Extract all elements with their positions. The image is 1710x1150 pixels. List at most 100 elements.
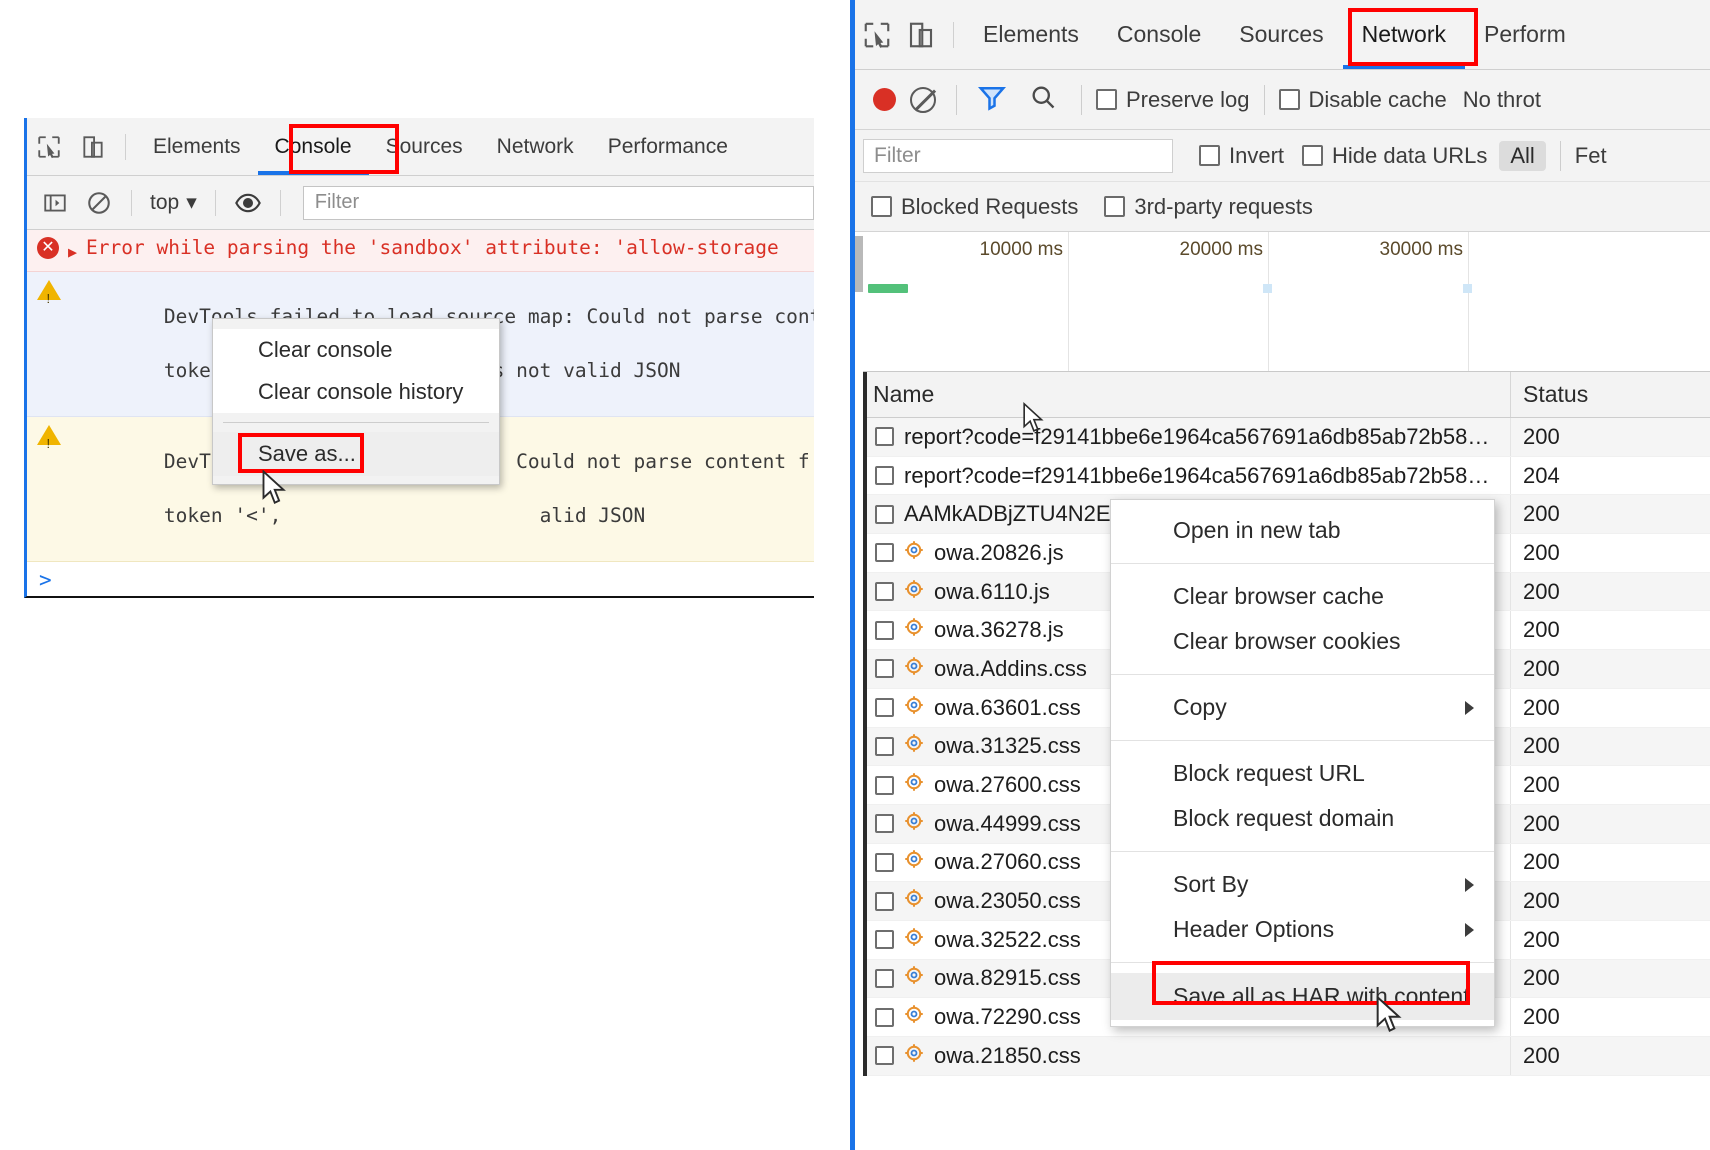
checkbox-label: Preserve log	[1126, 87, 1250, 113]
row-checkbox[interactable]	[875, 659, 894, 678]
menu-item-block-request-url[interactable]: Block request URL	[1111, 751, 1494, 796]
execution-context-selector[interactable]: top ▾	[142, 190, 205, 215]
context-menu-divider-2	[1111, 674, 1494, 675]
gear-icon	[904, 772, 924, 798]
tab-label: Elements	[983, 21, 1079, 48]
resource-type-all[interactable]: All	[1499, 141, 1545, 171]
table-row[interactable]: report?code=f29141bbe6e1964ca567691a6db8…	[863, 418, 1710, 457]
context-menu-divider-1	[1111, 563, 1494, 564]
row-checkbox[interactable]	[875, 969, 894, 988]
menu-item-open-in-new-tab[interactable]: Open in new tab	[1111, 508, 1494, 553]
row-checkbox[interactable]	[875, 505, 894, 524]
tab-label: Sources	[1239, 21, 1323, 48]
menu-item-clear-browser-cache[interactable]: Clear browser cache	[1111, 574, 1494, 619]
tab-sources[interactable]: Sources	[369, 119, 480, 175]
menu-item-clear-console-history[interactable]: Clear console history	[213, 371, 499, 413]
tab-label: Console	[1117, 21, 1201, 48]
row-checkbox[interactable]	[875, 582, 894, 601]
menu-item-save-as[interactable]: Save as...	[213, 432, 499, 476]
prompt-symbol: >	[39, 568, 52, 592]
clear-console-icon[interactable]	[77, 181, 121, 225]
row-checkbox[interactable]	[875, 776, 894, 795]
hide-data-urls-checkbox[interactable]: Hide data URLs	[1302, 143, 1487, 169]
cell-status: 200	[1510, 534, 1710, 572]
tab-performance[interactable]: Perform	[1465, 1, 1585, 69]
column-header-status[interactable]: Status	[1510, 372, 1710, 417]
tab-label: Network	[1362, 21, 1446, 48]
network-timeline-overview[interactable]: 10000 ms 20000 ms 30000 ms	[863, 232, 1710, 372]
inspect-element-icon[interactable]	[27, 125, 71, 169]
menu-item-label: Copy	[1173, 694, 1227, 720]
device-toolbar-icon[interactable]	[899, 13, 943, 57]
menu-item-sort-by[interactable]: Sort By	[1111, 862, 1494, 907]
tab-label: Console	[275, 135, 352, 159]
console-message-error[interactable]: ✕ ▶ Error while parsing the 'sandbox' at…	[27, 230, 814, 272]
row-checkbox[interactable]	[875, 1046, 894, 1065]
console-filter-input[interactable]: Filter	[303, 186, 814, 220]
row-checkbox[interactable]	[875, 621, 894, 640]
clear-network-log-icon[interactable]	[910, 87, 936, 113]
menu-item-block-request-domain[interactable]: Block request domain	[1111, 796, 1494, 841]
request-name-label: AAMkADBjZTU4N2E2…	[904, 501, 1145, 527]
tab-performance[interactable]: Performance	[591, 119, 745, 175]
record-button-icon[interactable]	[873, 88, 896, 111]
tab-label: Elements	[153, 135, 241, 159]
row-checkbox[interactable]	[875, 892, 894, 911]
row-checkbox[interactable]	[875, 698, 894, 717]
tab-elements[interactable]: Elements	[964, 1, 1098, 69]
tab-console[interactable]: Console	[258, 119, 369, 175]
tab-elements[interactable]: Elements	[136, 119, 258, 175]
row-checkbox[interactable]	[875, 930, 894, 949]
menu-item-header-options[interactable]: Header Options	[1111, 907, 1494, 952]
context-selector-value: top	[150, 191, 179, 215]
request-name-label: owa.31325.css	[934, 733, 1081, 759]
menu-item-copy[interactable]: Copy	[1111, 685, 1494, 730]
filterbar-divider	[1560, 141, 1561, 171]
console-prompt[interactable]: >	[27, 562, 814, 598]
expand-triangle-icon[interactable]: ▶	[68, 239, 77, 266]
menu-item-clear-console[interactable]: Clear console	[213, 329, 499, 371]
preserve-log-checkbox[interactable]: Preserve log	[1096, 87, 1250, 113]
third-party-requests-checkbox[interactable]: 3rd-party requests	[1104, 194, 1313, 220]
error-icon: ✕	[37, 237, 59, 259]
column-header-name[interactable]: Name	[863, 381, 1510, 408]
cell-status: 200	[1510, 766, 1710, 804]
row-checkbox[interactable]	[875, 1008, 894, 1027]
blocked-requests-checkbox[interactable]: Blocked Requests	[871, 194, 1078, 220]
row-checkbox[interactable]	[875, 814, 894, 833]
row-checkbox[interactable]	[875, 466, 894, 485]
search-icon[interactable]	[1029, 83, 1057, 116]
invert-checkbox[interactable]: Invert	[1199, 143, 1284, 169]
warning-icon	[37, 425, 61, 445]
gear-icon	[904, 733, 924, 759]
tab-label: Network	[497, 135, 574, 159]
row-checkbox[interactable]	[875, 853, 894, 872]
disable-cache-checkbox[interactable]: Disable cache	[1279, 87, 1447, 113]
throttling-label: No throt	[1463, 87, 1541, 113]
tab-network[interactable]: Network	[480, 119, 591, 175]
row-checkbox[interactable]	[875, 427, 894, 446]
table-row[interactable]: report?code=f29141bbe6e1964ca567691a6db8…	[863, 457, 1710, 496]
filter-funnel-icon[interactable]	[977, 82, 1007, 117]
row-checkbox[interactable]	[875, 543, 894, 562]
context-menu-group-top: Clear console Clear console history	[213, 329, 499, 413]
request-name-label: owa.Addins.css	[934, 656, 1087, 682]
inspect-element-icon[interactable]	[855, 13, 899, 57]
request-name-label: owa.44999.css	[934, 811, 1081, 837]
network-filter-input[interactable]: Filter	[863, 139, 1173, 173]
tab-console[interactable]: Console	[1098, 1, 1220, 69]
resource-type-fetch[interactable]: Fet	[1575, 143, 1607, 169]
table-row[interactable]: owa.21850.css200	[863, 1037, 1710, 1076]
throttling-selector[interactable]: No throt	[1463, 87, 1541, 113]
row-checkbox[interactable]	[875, 737, 894, 756]
overview-scrollbar[interactable]	[855, 236, 863, 292]
request-name-label: owa.72290.css	[934, 1004, 1081, 1030]
device-toolbar-icon[interactable]	[71, 125, 115, 169]
tab-sources[interactable]: Sources	[1220, 1, 1342, 69]
menu-item-save-all-as-har[interactable]: Save all as HAR with content	[1111, 973, 1494, 1020]
tab-network[interactable]: Network	[1343, 1, 1465, 69]
request-name-label: owa.20826.js	[934, 540, 1064, 566]
console-settings-eye-icon[interactable]	[226, 181, 270, 225]
menu-item-clear-browser-cookies[interactable]: Clear browser cookies	[1111, 619, 1494, 664]
console-sidebar-toggle-icon[interactable]	[33, 181, 77, 225]
